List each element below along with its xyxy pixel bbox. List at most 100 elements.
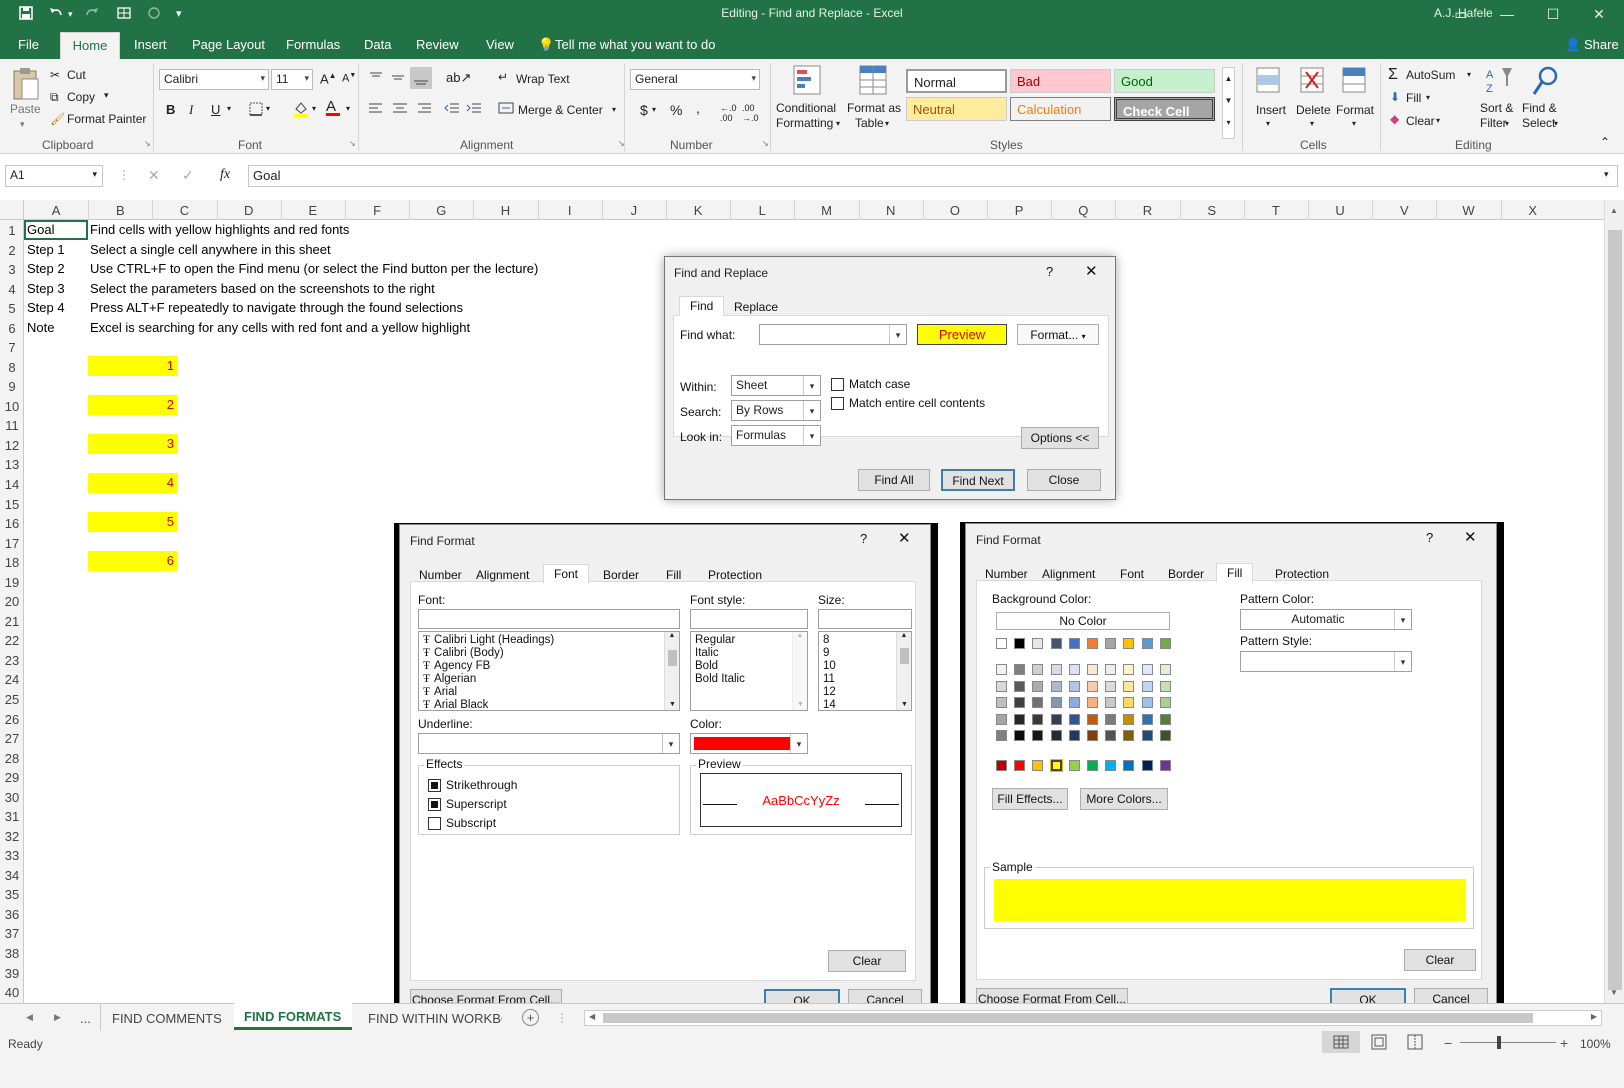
conditional-formatting-icon[interactable] — [792, 64, 822, 96]
zoom-slider[interactable] — [1460, 1042, 1556, 1043]
column-header[interactable]: C — [152, 203, 216, 218]
column-header[interactable]: P — [987, 203, 1051, 218]
chevron-down-icon[interactable]: ▾ — [790, 734, 807, 753]
format-button[interactable]: Format... ▾ — [1017, 324, 1099, 345]
color-swatch[interactable] — [1032, 760, 1044, 771]
normal-view-icon[interactable] — [1322, 1031, 1360, 1053]
tab-fill[interactable]: Fill — [1216, 563, 1254, 583]
scroll-down-icon[interactable]: ▼ — [1610, 988, 1618, 997]
column-header[interactable]: R — [1115, 203, 1179, 218]
column-header[interactable]: J — [602, 203, 666, 218]
column-header[interactable]: I — [538, 203, 602, 218]
color-swatch[interactable] — [1159, 664, 1171, 675]
column-header[interactable]: F — [345, 203, 409, 218]
scroll-left-icon[interactable]: ◀ — [589, 1012, 595, 1021]
row-header[interactable]: 18 — [0, 555, 24, 570]
find-what-input[interactable]: ▾ — [759, 324, 907, 345]
chevron-down-icon[interactable]: ▾ — [1394, 610, 1411, 629]
cell-b3[interactable]: Use CTRL+F to open the Find menu (or sel… — [90, 261, 538, 276]
color-swatch[interactable] — [1032, 638, 1044, 649]
color-swatch[interactable] — [1105, 664, 1117, 675]
color-swatch[interactable] — [1105, 697, 1117, 708]
chevron-down-icon[interactable]: ▾ — [889, 325, 906, 344]
column-header[interactable]: S — [1180, 203, 1244, 218]
scroll-thumb[interactable] — [900, 648, 909, 664]
font-style-item[interactable]: Regular — [695, 634, 735, 646]
currency-icon[interactable]: $ — [640, 102, 648, 118]
size-item[interactable]: 12 — [823, 686, 836, 698]
horizontal-scrollbar[interactable]: ◀ ▶ — [584, 1010, 1602, 1026]
color-swatch[interactable] — [1068, 697, 1080, 708]
size-item[interactable]: 8 — [823, 634, 829, 646]
number-format-combo[interactable]: General ▾ — [630, 69, 760, 90]
color-swatch[interactable] — [1105, 680, 1117, 692]
color-swatch[interactable] — [1123, 760, 1135, 771]
zoom-in-icon[interactable]: + — [1560, 1035, 1568, 1051]
page-layout-view-icon[interactable] — [1364, 1031, 1394, 1053]
number-launcher-icon[interactable]: ↘ — [762, 139, 769, 148]
color-swatch[interactable] — [1123, 730, 1135, 741]
tab-font[interactable]: Font — [543, 564, 590, 584]
clear-dropdown-icon[interactable]: ▾ — [1436, 116, 1440, 125]
color-swatch[interactable] — [1141, 638, 1153, 649]
delete-cells-button[interactable]: Delete — [1296, 103, 1331, 117]
color-swatch[interactable] — [996, 697, 1007, 708]
color-swatch[interactable] — [996, 680, 1007, 692]
align-bottom-icon[interactable] — [410, 67, 432, 89]
size-list[interactable]: 8 9 10 11 12 14 ▲ ▼ — [818, 631, 912, 711]
row-header[interactable]: 23 — [0, 653, 24, 668]
help-icon[interactable]: ? — [1046, 264, 1053, 279]
paste-icon[interactable] — [8, 65, 42, 101]
color-swatch[interactable] — [1087, 697, 1098, 708]
find-next-button[interactable]: Find Next — [941, 469, 1015, 491]
color-swatch[interactable] — [1123, 697, 1135, 708]
color-swatch[interactable] — [1032, 680, 1044, 692]
font-list-item[interactable]: Ŧ Calibri Light (Headings) — [423, 634, 554, 646]
match-entire-label[interactable]: Match entire cell contents — [849, 396, 985, 410]
row-header[interactable]: 33 — [0, 848, 24, 863]
fill-color-icon[interactable] — [292, 100, 310, 118]
strikethrough-label[interactable]: Strikethrough — [446, 778, 517, 792]
color-swatch[interactable] — [1141, 680, 1153, 692]
row-header[interactable]: 34 — [0, 868, 24, 883]
color-swatch[interactable] — [1087, 713, 1098, 725]
select-all-corner[interactable] — [0, 200, 24, 220]
color-swatch[interactable] — [1050, 697, 1062, 708]
paste-button[interactable]: Paste — [10, 102, 41, 116]
row-header[interactable]: 24 — [0, 672, 24, 687]
insert-cells-button[interactable]: Insert — [1256, 103, 1286, 117]
subscript-checkbox[interactable] — [428, 817, 441, 830]
clipboard-launcher-icon[interactable]: ↘ — [144, 139, 151, 148]
color-swatch[interactable] — [1159, 680, 1171, 692]
color-swatch[interactable] — [1087, 638, 1098, 649]
highlighted-cell[interactable]: 3 — [88, 433, 178, 454]
cell-a6[interactable]: Note — [27, 320, 54, 335]
comma-icon[interactable]: , — [696, 100, 700, 116]
size-item[interactable]: 14 — [823, 699, 836, 710]
row-header[interactable]: 39 — [0, 966, 24, 981]
column-header[interactable]: D — [217, 203, 281, 218]
style-calculation[interactable]: Calculation — [1010, 97, 1111, 121]
insert-cells-icon[interactable] — [1254, 64, 1282, 96]
font-list[interactable]: Ŧ Calibri Light (Headings) Ŧ Calibri (Body… — [418, 631, 680, 711]
row-header[interactable]: 13 — [0, 457, 24, 472]
increase-font-icon[interactable]: A▲ — [320, 71, 337, 86]
cell-b1[interactable]: Find cells with yellow highlights and re… — [90, 222, 349, 237]
row-header[interactable]: 22 — [0, 633, 24, 648]
size-item[interactable]: 11 — [823, 673, 835, 685]
row-header[interactable]: 25 — [0, 692, 24, 707]
pattern-color-select[interactable]: Automatic ▾ — [1240, 609, 1412, 630]
sort-dropdown-icon[interactable]: ▾ — [1505, 119, 1509, 128]
color-swatch[interactable] — [996, 638, 1007, 649]
column-header[interactable]: X — [1501, 203, 1565, 218]
share-button[interactable]: Share — [1584, 37, 1619, 52]
close-button[interactable]: Close — [1027, 469, 1101, 491]
column-header[interactable]: O — [923, 203, 987, 218]
style-neutral[interactable]: Neutral — [906, 97, 1007, 121]
format-as-table-button-line2[interactable]: Table — [855, 116, 884, 130]
decrease-indent-icon[interactable] — [444, 101, 460, 115]
paste-dropdown-icon[interactable]: ▾ — [20, 119, 25, 130]
chevron-down-icon[interactable]: ▾ — [803, 376, 820, 395]
currency-dropdown-icon[interactable]: ▾ — [652, 105, 656, 114]
tab-find[interactable]: Find — [679, 296, 725, 316]
